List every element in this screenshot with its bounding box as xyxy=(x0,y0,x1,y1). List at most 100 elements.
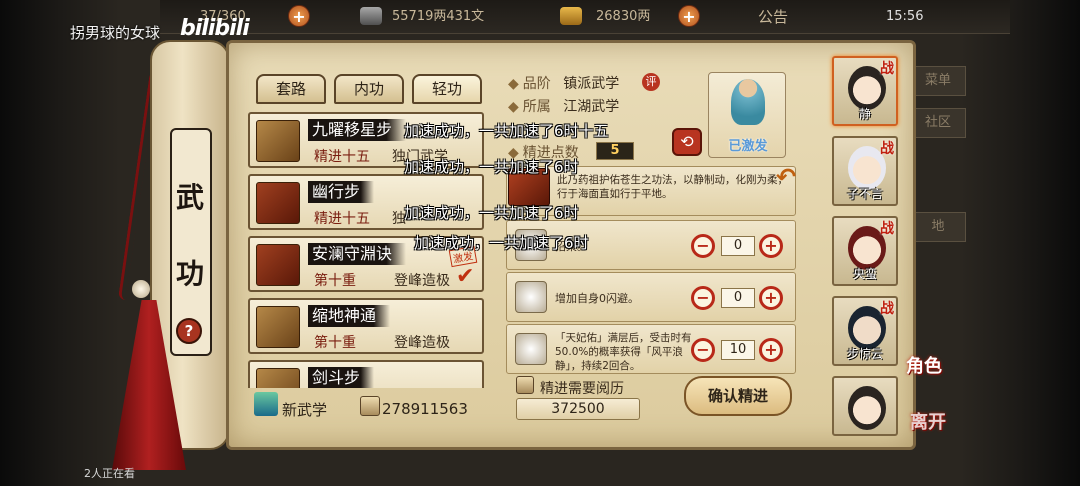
decrease-button[interactable]: − xyxy=(691,234,715,258)
meditating-figure-icon xyxy=(731,79,765,125)
rating-badge[interactable]: 评 xyxy=(642,73,660,91)
scroll-title-bottom: 功 xyxy=(176,257,205,290)
belong-value: 江湖武学 xyxy=(563,99,620,115)
menu-button[interactable]: 菜单 xyxy=(910,66,966,96)
skill-stage: 登峰造极 xyxy=(394,335,450,351)
increase-button[interactable]: + xyxy=(759,286,783,310)
game-screen: 37/360 + 55719两431文 26830两 + 公告 15:56 菜单… xyxy=(0,0,1080,486)
book-icon xyxy=(360,396,380,416)
experience-icon xyxy=(516,376,534,394)
new-martial-icon[interactable] xyxy=(254,392,278,416)
effect-value: 0 xyxy=(721,288,755,308)
help-button[interactable]: ? xyxy=(176,318,202,344)
effect-text: 增加自身0闪避。 xyxy=(555,292,639,305)
character-name: 静 xyxy=(858,107,871,121)
leave-button[interactable]: 离开 xyxy=(910,408,946,434)
skill-item-suodi[interactable]: 缩地神通 第十重 登峰造极 xyxy=(248,298,484,354)
skill-level: 第十重 xyxy=(314,273,356,289)
top-status-bar: 37/360 + 55719两431文 26830两 + 公告 15:56 xyxy=(160,0,1010,34)
skill-name: 安澜守淵诀 xyxy=(308,243,407,265)
effect-text: 此乃药祖护佑苍生之功法，以静制动，化刚为柔，行于海面直如行于平地。 xyxy=(557,174,788,200)
character-portrait-extra[interactable] xyxy=(832,376,898,436)
announcement-button[interactable]: 公告 xyxy=(758,6,788,28)
clock: 15:56 xyxy=(886,9,924,24)
switch-arrow-button[interactable]: ⟲ xyxy=(672,128,702,156)
map-button[interactable]: 地 xyxy=(910,212,966,242)
silver-icon xyxy=(360,7,382,25)
skill-book-icon xyxy=(256,244,300,286)
character-portrait-yangman[interactable]: 战 央蛮 xyxy=(832,216,898,286)
points-value: 5 xyxy=(596,142,634,160)
diamond-icon: ◆ xyxy=(508,99,519,115)
character-portrait-jing[interactable]: 战 静 xyxy=(832,56,898,126)
increase-button[interactable]: + xyxy=(759,338,783,362)
skill-book-icon xyxy=(256,182,300,224)
skill-level: 第十重 xyxy=(314,335,356,351)
tab-neigong[interactable]: 内功 xyxy=(334,74,404,104)
book-count: 278911563 xyxy=(382,400,468,418)
decrease-button[interactable]: − xyxy=(691,286,715,310)
toast-message: 加速成功，一共加速了6时 xyxy=(404,158,579,176)
skill-name: 缩地神通 xyxy=(308,305,391,327)
bilibili-logo: bilibili xyxy=(180,16,250,41)
gold-icon xyxy=(560,7,582,25)
jade-bead xyxy=(132,280,150,298)
cost-label: 精进需要阅历 xyxy=(540,381,624,397)
character-portrait-bujingyun[interactable]: 战 步惊云 xyxy=(832,296,898,366)
add-stamina-button[interactable]: + xyxy=(288,5,310,27)
character-name: 步惊云 xyxy=(846,347,883,361)
character-name: 央蛮 xyxy=(852,267,877,281)
skill-portrait: 已激发 xyxy=(708,72,786,158)
battle-tag: 战 xyxy=(880,221,894,237)
dodge-icon xyxy=(515,281,547,313)
skill-book-icon xyxy=(256,120,300,162)
add-gold-button[interactable]: + xyxy=(678,5,700,27)
character-name: 子不言 xyxy=(846,187,883,201)
skill-level: 精进十五 xyxy=(314,211,370,227)
toast-message: 加速成功，一共加速了6时十五 xyxy=(404,122,609,140)
tab-taolu[interactable]: 套路 xyxy=(256,74,326,104)
gold-value: 26830两 xyxy=(596,9,651,24)
toast-message: 加速成功，一共加速了6时 xyxy=(404,204,579,222)
viewer-count: 2人正在看 xyxy=(84,467,135,480)
grade-row: ◆ 品阶 镇派武学 xyxy=(508,73,619,93)
character-portrait-zibuyan[interactable]: 战 子不言 xyxy=(832,136,898,206)
battle-tag: 战 xyxy=(880,141,894,157)
effect-value: 10 xyxy=(721,340,755,360)
skill-book-icon xyxy=(256,306,300,348)
skill-level: 精进十五 xyxy=(314,149,370,165)
new-martial-label[interactable]: 新武学 xyxy=(282,399,327,420)
blessing-icon xyxy=(515,333,547,365)
toast-message: 加速成功，一共加速了6时 xyxy=(414,234,589,252)
effect-row-dodge: 增加自身0闪避。 − 0 + xyxy=(506,272,796,322)
activated-status: 已激发 xyxy=(728,139,768,154)
character-face xyxy=(848,386,886,430)
skill-name: 剑斗步 xyxy=(308,367,375,388)
effect-text: 「天妃佑」满层后，受击时有50.0%的概率获得「风平浪静」，持续2回合。 xyxy=(555,332,692,372)
effect-row-tianfei: 「天妃佑」满层后，受击时有50.0%的概率获得「风平浪静」，持续2回合。 − 1… xyxy=(506,324,796,374)
skill-book-icon xyxy=(256,368,300,388)
belong-row: ◆ 所属 江湖武学 xyxy=(508,96,619,116)
skill-name: 九曜移星步 xyxy=(308,119,407,141)
role-button[interactable]: 角色 xyxy=(906,352,942,378)
grade-value: 镇派武学 xyxy=(563,76,620,92)
effect-value: 0 xyxy=(721,236,755,256)
uploader-name: 拐男球的女球 xyxy=(70,24,161,42)
belong-key: 所属 xyxy=(522,99,551,115)
increase-button[interactable]: + xyxy=(759,234,783,258)
confirm-refine-button[interactable]: 确认精进 xyxy=(684,376,792,416)
back-arrow-icon[interactable]: ↶ xyxy=(772,164,800,192)
silver-value: 55719两431文 xyxy=(392,9,485,24)
tab-qinggong[interactable]: 轻功 xyxy=(412,74,482,104)
diamond-icon: ◆ xyxy=(508,76,519,92)
scroll-title-top: 武 xyxy=(176,181,205,214)
decrease-button[interactable]: − xyxy=(691,338,715,362)
grade-key: 品阶 xyxy=(522,76,551,92)
skill-name: 幽行步 xyxy=(308,181,375,203)
equipped-check-icon: ✔ xyxy=(456,264,475,289)
skill-item-jiandou[interactable]: 剑斗步 xyxy=(248,360,484,388)
skill-stage: 登峰造极 xyxy=(394,273,450,289)
cost-value: 372500 xyxy=(516,398,640,420)
battle-tag: 战 xyxy=(880,61,894,77)
community-button[interactable]: 社区 xyxy=(910,108,966,138)
